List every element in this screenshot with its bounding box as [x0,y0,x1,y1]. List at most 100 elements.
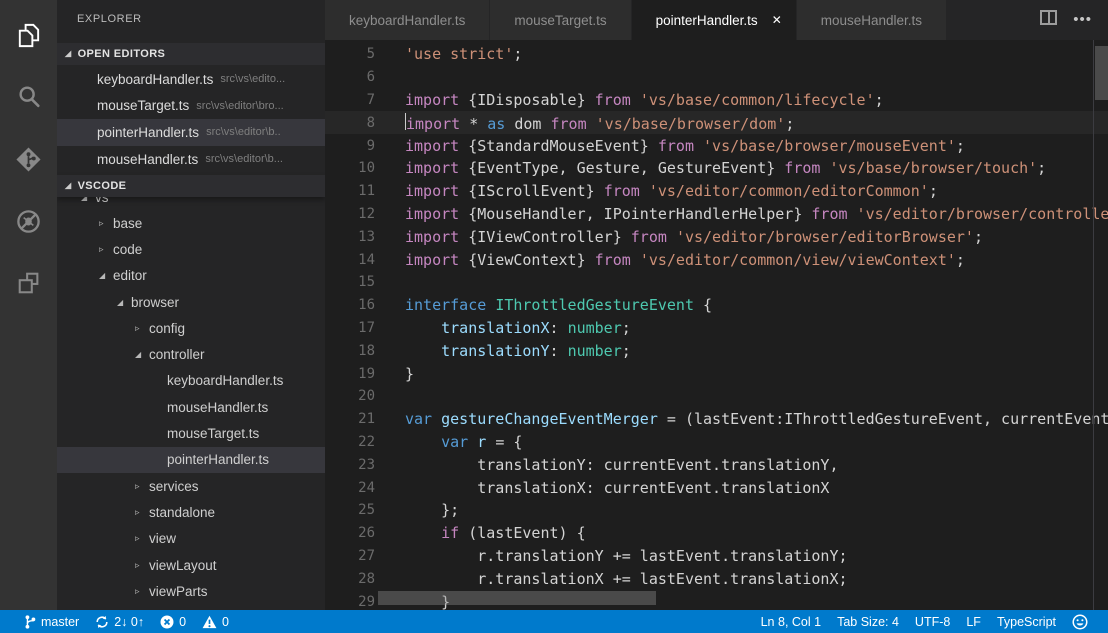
code-line-7[interactable]: 7import {IDisposable} from 'vs/base/comm… [325,89,1108,112]
status-language-mode[interactable]: TypeScript [989,610,1064,633]
split-editor-icon [1040,10,1057,30]
code-line-16[interactable]: 16interface IThrottledGestureEvent { [325,294,1108,317]
open-editor-item[interactable]: mouseTarget.tssrc\vs\editor\bro... [57,93,325,120]
status-encoding[interactable]: UTF-8 [907,610,958,633]
tree-folder-standalone[interactable]: ▹standalone [57,499,325,525]
status-bar-right: Ln 8, Col 1 Tab Size: 4 UTF-8LF TypeScript [753,610,1108,633]
code-line-21[interactable]: 21var gestureChangeEventMerger = (lastEv… [325,408,1108,431]
activity-bar-item-search[interactable] [0,73,57,121]
code-text: r.translationX += lastEvent.translationX… [405,570,848,588]
status-language-mode-label: TypeScript [997,615,1056,629]
code-line-8[interactable]: 8import * as dom from 'vs/base/browser/d… [325,111,1108,134]
tree-item-label: services [149,479,199,494]
code-line-10[interactable]: 10import {EventType, Gesture, GestureEve… [325,157,1108,180]
tree-folder-viewParts[interactable]: ▹viewParts [57,578,325,604]
activity-bar-item-extensions[interactable] [0,259,57,307]
code-line-22[interactable]: 22 var r = { [325,431,1108,454]
vertical-scrollbar-thumb[interactable] [1095,46,1108,100]
tree-folder-services[interactable]: ▹services [57,473,325,499]
code-line-9[interactable]: 9import {StandardMouseEvent} from 'vs/ba… [325,134,1108,157]
line-number: 24 [325,480,375,496]
status-warnings[interactable]: 0 [194,610,237,633]
tree-folder-editor[interactable]: ◢editor [57,263,325,289]
tree-folder-browser[interactable]: ◢browser [57,289,325,315]
line-number: 25 [325,502,375,518]
activity-bar-item-debug[interactable] [0,197,57,245]
status-errors[interactable]: 0 [152,610,194,633]
tree-folder-controller[interactable]: ◢controller [57,341,325,367]
code-line-13[interactable]: 13import {IViewController} from 'vs/edit… [325,225,1108,248]
line-number: 14 [325,252,375,268]
activity-bar [0,0,57,610]
code-text: var gestureChangeEventMerger = (lastEven… [405,410,1108,428]
more-actions-button[interactable]: ••• [1073,11,1092,29]
code-line-15[interactable]: 15 [325,271,1108,294]
code-line-11[interactable]: 11import {IScrollEvent} from 'vs/editor/… [325,180,1108,203]
code-line-5[interactable]: 5'use strict'; [325,43,1108,66]
status-cursor-position[interactable]: Ln 8, Col 1 [753,610,829,633]
line-number: 16 [325,297,375,313]
tree-folder-base[interactable]: ▹base [57,210,325,236]
tab-label: mouseHandler.ts [821,13,922,28]
code-line-25[interactable]: 25 }; [325,499,1108,522]
tree-folder-view[interactable]: ▹view [57,526,325,552]
chevron-expanded-icon: ◢ [65,181,72,190]
status-sync[interactable]: 2↓ 0↑ [87,610,152,633]
tree-folder-vs[interactable]: ◢vs [57,197,325,210]
activity-bar-item-source-control[interactable] [0,135,57,183]
code-text: import {IScrollEvent} from 'vs/editor/co… [405,182,938,200]
horizontal-scrollbar[interactable] [325,591,1093,605]
code-line-14[interactable]: 14import {ViewContext} from 'vs/editor/c… [325,248,1108,271]
tree-item-label: view [149,531,176,546]
code-line-17[interactable]: 17 translationX: number; [325,317,1108,340]
status-indentation[interactable]: Tab Size: 4 [829,610,907,633]
activity-bar-item-explorer[interactable] [0,11,57,59]
status-bar: master2↓ 0↑00 Ln 8, Col 1Tab Size: 4UTF-… [0,610,1108,633]
tree-file-pointerHandler.ts[interactable]: pointerHandler.ts [57,447,325,473]
tree-item-label: keyboardHandler.ts [167,373,283,388]
open-editor-item[interactable]: pointerHandler.tssrc\vs\editor\b.. [57,119,325,146]
code-line-23[interactable]: 23 translationY: currentEvent.translatio… [325,453,1108,476]
status-git-branch[interactable]: master [16,610,87,633]
code-line-20[interactable]: 20 [325,385,1108,408]
twisty-collapsed-icon: ▹ [135,507,149,518]
vertical-scrollbar[interactable] [1093,40,1108,610]
open-editors-label: OPEN EDITORS [78,48,166,60]
tree-file-keyboardHandler.ts[interactable]: keyboardHandler.ts [57,368,325,394]
code-text: import {StandardMouseEvent} from 'vs/bas… [405,137,965,155]
tab-mouseTarget.ts[interactable]: mouseTarget.ts [490,0,630,40]
code-line-12[interactable]: 12import {MouseHandler, IPointerHandlerH… [325,203,1108,226]
tree-item-label: editor [113,268,147,283]
tab-pointerHandler.ts[interactable]: pointerHandler.ts✕ [632,0,796,40]
tree-folder-viewLayout[interactable]: ▹viewLayout [57,552,325,578]
line-number: 12 [325,206,375,222]
code-line-6[interactable]: 6 [325,66,1108,89]
status-feedback[interactable] [1064,610,1096,633]
code-line-28[interactable]: 28 r.translationX += lastEvent.translati… [325,567,1108,590]
horizontal-scrollbar-thumb[interactable] [378,591,656,605]
status-eol[interactable]: LF [958,610,989,633]
code-line-19[interactable]: 19} [325,362,1108,385]
code-line-27[interactable]: 27 r.translationY += lastEvent.translati… [325,545,1108,568]
open-editor-item[interactable]: mouseHandler.tssrc\vs\editor\b... [57,146,325,173]
code-line-24[interactable]: 24 translationX: currentEvent.translatio… [325,476,1108,499]
tab-mouseHandler.ts[interactable]: mouseHandler.ts [797,0,946,40]
tree-file-mouseTarget.ts[interactable]: mouseTarget.ts [57,420,325,446]
close-icon[interactable]: ✕ [772,13,782,27]
status-indentation-label: Tab Size: 4 [837,615,899,629]
open-editors-header[interactable]: ◢ OPEN EDITORS [57,43,325,65]
line-number: 26 [325,525,375,541]
code-line-26[interactable]: 26 if (lastEvent) { [325,522,1108,545]
open-editor-item[interactable]: keyboardHandler.tssrc\vs\edito... [57,66,325,93]
tree-folder-code[interactable]: ▹code [57,236,325,262]
tree-item-label: browser [131,295,179,310]
code-editor[interactable]: 5'use strict';67import {IDisposable} fro… [325,40,1108,610]
tab-keyboardHandler.ts[interactable]: keyboardHandler.ts [325,0,489,40]
tree-file-mouseHandler.ts[interactable]: mouseHandler.ts [57,394,325,420]
split-editor-button[interactable] [1040,10,1057,30]
twisty-expanded-icon: ◢ [135,350,149,359]
tree-folder-config[interactable]: ▹config [57,315,325,341]
code-line-18[interactable]: 18 translationY: number; [325,339,1108,362]
smiley-icon [1072,614,1088,630]
folder-section-header[interactable]: ◢ VSCODE [57,175,325,197]
